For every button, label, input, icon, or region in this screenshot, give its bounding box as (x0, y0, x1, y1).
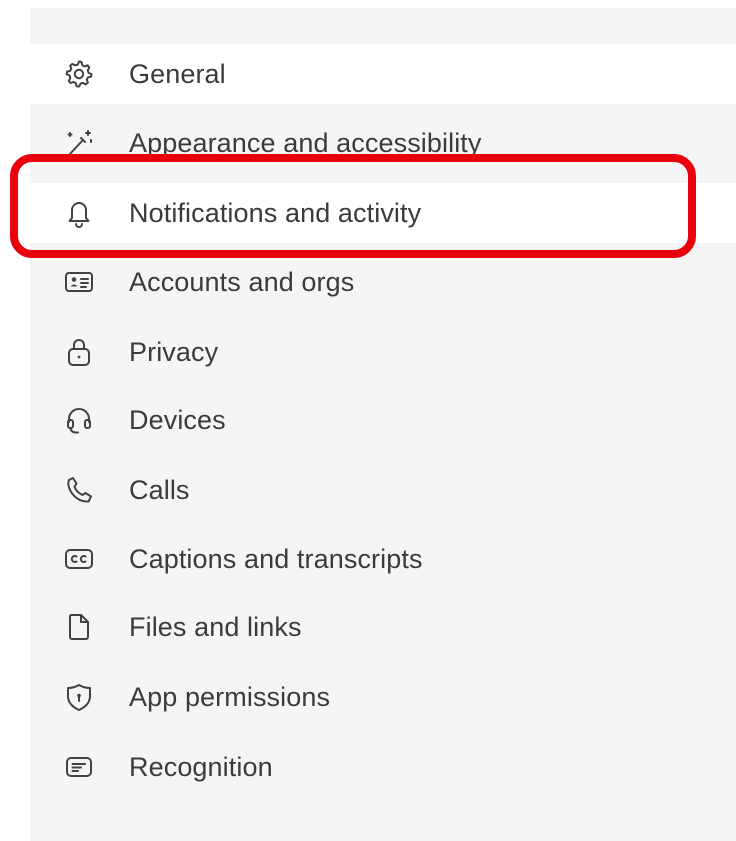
menu-item-label: Calls (129, 474, 190, 505)
gear-icon (62, 59, 96, 89)
menu-item-privacy[interactable]: Privacy (30, 322, 736, 382)
menu-item-devices[interactable]: Devices (30, 390, 736, 450)
menu-item-label: Captions and transcripts (129, 543, 423, 574)
menu-item-label: Accounts and orgs (129, 266, 355, 297)
contact-card-icon (62, 267, 96, 297)
menu-item-label: App permissions (129, 681, 331, 712)
menu-item-general[interactable]: General (30, 44, 736, 104)
settings-menu: General Appearance and accessibility Not… (30, 0, 736, 841)
menu-item-calls[interactable]: Calls (30, 460, 736, 520)
document-icon (62, 612, 96, 642)
menu-item-label: Recognition (129, 751, 273, 782)
menu-item-accounts[interactable]: Accounts and orgs (30, 252, 736, 312)
lock-icon (62, 337, 96, 367)
magic-wand-icon (62, 128, 96, 158)
menu-item-label: Notifications and activity (129, 197, 422, 228)
menu-item-files[interactable]: Files and links (30, 597, 736, 657)
menu-item-notifications[interactable]: Notifications and activity (30, 183, 736, 243)
menu-item-captions[interactable]: Captions and transcripts (30, 529, 736, 589)
menu-item-appearance[interactable]: Appearance and accessibility (30, 113, 736, 173)
shield-icon (62, 682, 96, 712)
text-box-icon (62, 752, 96, 782)
menu-item-label: Files and links (129, 611, 302, 642)
menu-item-recognition[interactable]: Recognition (30, 737, 736, 797)
menu-item-label: Appearance and accessibility (129, 127, 482, 158)
headset-icon (62, 405, 96, 435)
menu-item-label: Devices (129, 404, 226, 435)
closed-captions-icon (62, 544, 96, 574)
phone-icon (62, 475, 96, 505)
bell-icon (62, 198, 96, 228)
menu-item-app-permissions[interactable]: App permissions (30, 667, 736, 727)
menu-item-label: General (129, 58, 226, 89)
menu-item-label: Privacy (129, 336, 219, 367)
